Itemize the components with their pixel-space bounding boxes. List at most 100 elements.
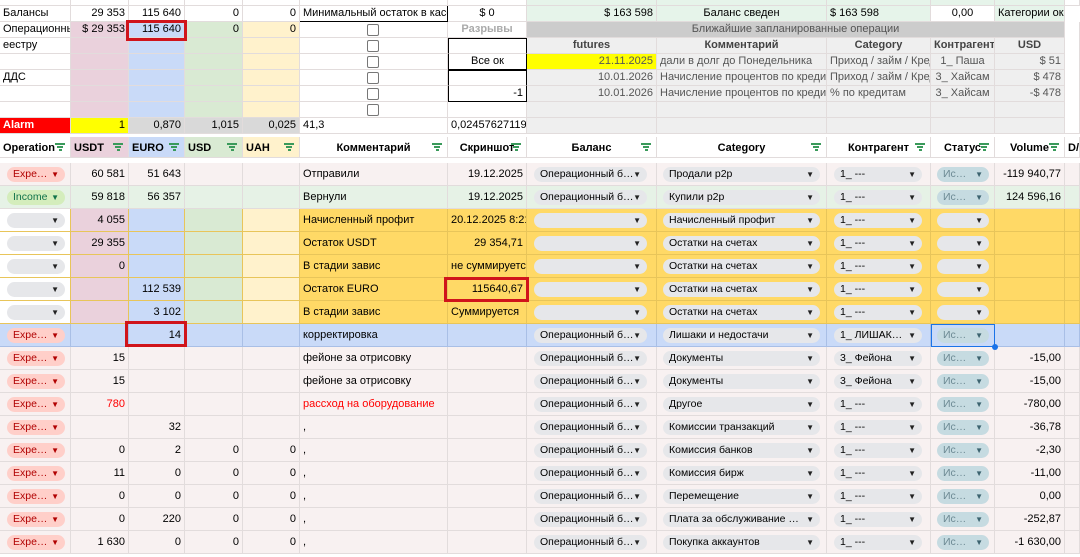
- cell-volume[interactable]: [995, 301, 1065, 324]
- planned-cell[interactable]: Приход / займ / Кредит: [827, 54, 931, 70]
- cell-usdt[interactable]: 60 581: [71, 163, 129, 186]
- counterparty-dropdown[interactable]: 1_ ЛИШАК… ▼: [834, 328, 922, 343]
- summary-label[interactable]: Операционны: [0, 22, 71, 38]
- cell-euro[interactable]: 32: [129, 416, 185, 439]
- cell-comment[interactable]: ,: [300, 485, 448, 508]
- cell-screenshot[interactable]: [448, 485, 527, 508]
- cell-volume[interactable]: -1 630,00: [995, 531, 1065, 554]
- summary-usdt[interactable]: [71, 86, 129, 102]
- cell-usd[interactable]: [185, 393, 243, 416]
- balance-dropdown[interactable]: ▼: [534, 259, 647, 274]
- summary-usd[interactable]: [185, 102, 243, 118]
- summary-usd[interactable]: [185, 86, 243, 102]
- balance-dropdown[interactable]: Операционный б… ▼: [534, 351, 647, 366]
- cell-euro[interactable]: 0: [129, 531, 185, 554]
- cell-usdt[interactable]: 15: [71, 370, 129, 393]
- cell-usd[interactable]: [185, 255, 243, 278]
- cell-comment[interactable]: ,: [300, 462, 448, 485]
- cell-uah[interactable]: [243, 347, 300, 370]
- cell-d[interactable]: [1065, 439, 1080, 462]
- cell-screenshot[interactable]: Суммируется: [448, 301, 527, 324]
- filter-icon[interactable]: [227, 143, 237, 151]
- column-header-12[interactable]: D/: [1065, 137, 1080, 158]
- balance-dropdown[interactable]: Операционный б… ▼: [534, 190, 647, 205]
- alarm-comment[interactable]: 41,3: [300, 118, 448, 134]
- counterparty-dropdown[interactable]: 1_ --- ▼: [834, 443, 922, 458]
- cell-uah[interactable]: 0: [243, 508, 300, 531]
- operation-dropdown[interactable]: Income ▼: [7, 190, 65, 205]
- planned-cell[interactable]: -$ 478: [995, 86, 1065, 102]
- category-dropdown[interactable]: Комиссии транзакций ▼: [663, 420, 820, 435]
- cell-comment[interactable]: Остаток EURO: [300, 278, 448, 301]
- summary-euro[interactable]: [129, 54, 185, 70]
- operation-dropdown[interactable]: Expe… ▼: [7, 397, 65, 412]
- cell-euro[interactable]: [129, 370, 185, 393]
- cell-volume[interactable]: -15,00: [995, 347, 1065, 370]
- planned-cell[interactable]: [827, 102, 931, 118]
- summary-euro[interactable]: [129, 102, 185, 118]
- cell-comment[interactable]: рассход на оборудование: [300, 393, 448, 416]
- filter-icon[interactable]: [113, 143, 123, 151]
- cell-screenshot[interactable]: [448, 370, 527, 393]
- status-dropdown[interactable]: Ис… ▼: [937, 190, 989, 205]
- planned-cell[interactable]: [931, 118, 995, 134]
- cell-usdt[interactable]: 4 055: [71, 209, 129, 232]
- summary-euro[interactable]: [129, 38, 185, 54]
- cell-screenshot[interactable]: 115640,67: [448, 278, 527, 301]
- planned-cell[interactable]: $ 478: [995, 70, 1065, 86]
- cell-d[interactable]: [1065, 485, 1080, 508]
- cell-volume[interactable]: -252,87: [995, 508, 1065, 531]
- cell-d[interactable]: [1065, 301, 1080, 324]
- filter-icon[interactable]: [432, 143, 442, 151]
- cell-euro[interactable]: 0: [129, 462, 185, 485]
- cell-usdt[interactable]: [71, 416, 129, 439]
- cell-usdt[interactable]: 0: [71, 508, 129, 531]
- summary-usd[interactable]: [185, 70, 243, 86]
- summary-label[interactable]: [0, 54, 71, 70]
- cell-comment[interactable]: ,: [300, 531, 448, 554]
- counterparty-dropdown[interactable]: 3_ Фейона ▼: [834, 374, 922, 389]
- cell-uah[interactable]: [243, 255, 300, 278]
- summary-usdt[interactable]: [71, 70, 129, 86]
- summary-usdt[interactable]: [71, 38, 129, 54]
- cell-uah[interactable]: [243, 209, 300, 232]
- cell-volume[interactable]: -119 940,77: [995, 163, 1065, 186]
- summary-label[interactable]: ДДС: [0, 70, 71, 86]
- balance-total-right[interactable]: $ 163 598: [827, 6, 931, 22]
- cell-uah[interactable]: 0: [243, 485, 300, 508]
- cell-screenshot[interactable]: [448, 324, 527, 347]
- summary-screenshot[interactable]: Все ок: [448, 54, 527, 70]
- cell-volume[interactable]: -11,00: [995, 462, 1065, 485]
- min-balance-label[interactable]: Минимальный остаток в кассе: [300, 6, 448, 22]
- summary-usd[interactable]: [185, 38, 243, 54]
- balance-dropdown[interactable]: Операционный б… ▼: [534, 167, 647, 182]
- category-dropdown[interactable]: Комиссия бирж ▼: [663, 466, 820, 481]
- cell-usd[interactable]: [185, 347, 243, 370]
- summary-euro[interactable]: 115 640: [129, 6, 185, 22]
- status-dropdown[interactable]: ▼: [937, 282, 989, 297]
- cell-uah[interactable]: [243, 232, 300, 255]
- category-dropdown[interactable]: Перемещение ▼: [663, 489, 820, 504]
- balance-dropdown[interactable]: Операционный б… ▼: [534, 397, 647, 412]
- operation-dropdown[interactable]: Expe… ▼: [7, 374, 65, 389]
- balance-dropdown[interactable]: Операционный б… ▼: [534, 535, 647, 550]
- category-dropdown[interactable]: Другое ▼: [663, 397, 820, 412]
- status-dropdown[interactable]: Ис… ▼: [937, 374, 989, 389]
- planned-cell[interactable]: [657, 118, 827, 134]
- cell-euro[interactable]: 112 539: [129, 278, 185, 301]
- planned-cell[interactable]: 21.11.2025: [527, 54, 657, 70]
- cell-usdt[interactable]: [71, 301, 129, 324]
- planned-cell[interactable]: 1_ Паша: [931, 54, 995, 70]
- checkbox[interactable]: [367, 72, 379, 84]
- selected-cell-outline[interactable]: [931, 324, 995, 347]
- cell-d[interactable]: [1065, 393, 1080, 416]
- balance-dropdown[interactable]: ▼: [534, 213, 647, 228]
- column-header-8[interactable]: Category: [657, 137, 827, 158]
- checkbox[interactable]: [367, 56, 379, 68]
- counterparty-dropdown[interactable]: 3_ Фейона ▼: [834, 351, 922, 366]
- planned-cell[interactable]: [657, 102, 827, 118]
- status-dropdown[interactable]: Ис… ▼: [937, 397, 989, 412]
- cell-comment[interactable]: фейоне за отрисовку: [300, 370, 448, 393]
- status-dropdown[interactable]: Ис… ▼: [937, 420, 989, 435]
- cell-uah[interactable]: [243, 301, 300, 324]
